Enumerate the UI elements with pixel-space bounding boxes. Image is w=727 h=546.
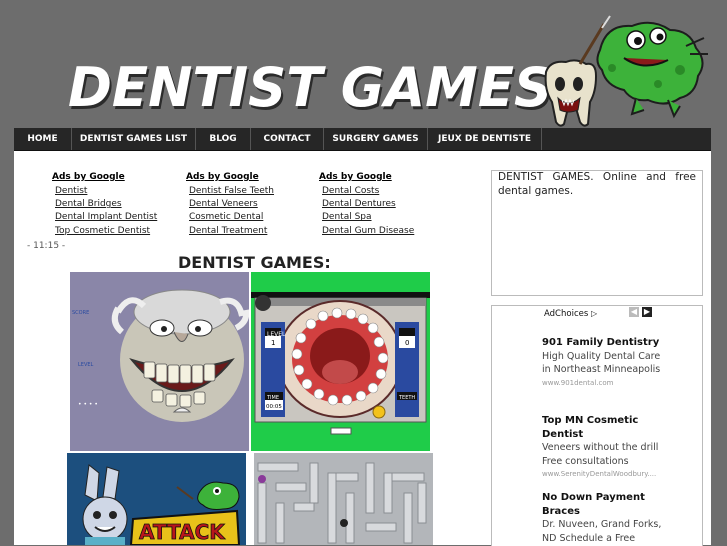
maze-game-icon: [254, 453, 433, 545]
ad-link[interactable]: Dental Gum Disease: [319, 225, 414, 238]
ad-link[interactable]: Dental Dentures: [319, 198, 414, 211]
nav-jeux-de-dentiste[interactable]: JEUX DE DENTISTE: [428, 128, 542, 150]
ad-link[interactable]: Dental Bridges: [52, 198, 157, 211]
sidebar-ad-2[interactable]: Top MN Cosmetic Dentist Veneers without …: [542, 414, 662, 480]
ad-link[interactable]: Dental Treatment: [186, 225, 274, 238]
open-mouth-game-icon: LEVEL 1 0 TIME 00:05 TEETH: [251, 272, 430, 451]
green-monster-icon: [596, 21, 708, 119]
game-tile-old-man-teeth[interactable]: SCORE LEVEL • • • •: [70, 272, 249, 451]
ads-by-google-label[interactable]: Ads by Google: [186, 172, 274, 182]
teeth-value: 0: [405, 339, 409, 347]
prev-ad-button[interactable]: ◀: [629, 307, 639, 317]
chevron-left-icon: ◀: [630, 307, 638, 316]
ad-links-column-3: Ads by Google Dental Costs Dental Dentur…: [319, 172, 414, 238]
level-value: 1: [271, 339, 275, 347]
ad-title[interactable]: 901 Family Dentistry: [542, 336, 662, 350]
ad-link[interactable]: Dental Costs: [319, 185, 414, 198]
site-title[interactable]: DENTIST GAMES: [68, 56, 552, 119]
ads-by-google-label[interactable]: Ads by Google: [319, 172, 414, 182]
game-tile-maze[interactable]: [254, 453, 433, 545]
attack-title: ATTACK: [139, 520, 226, 544]
adchoices-triangle-icon: ▷: [590, 309, 598, 318]
adchoices-label[interactable]: AdChoices ▷: [544, 309, 597, 319]
teeth-label: TEETH: [398, 395, 415, 401]
post-time: - 11:15 -: [27, 241, 66, 251]
ad-link[interactable]: Top Cosmetic Dentist: [52, 225, 157, 238]
sidebar-ad-1[interactable]: 901 Family Dentistry High Quality Dental…: [542, 336, 662, 389]
score-label: SCORE: [72, 310, 89, 316]
ad-description: High Quality Dental Care in Northeast Mi…: [542, 350, 661, 376]
sidebar-ad-3[interactable]: No Down Payment Braces Dr. Nuveen, Grand…: [542, 491, 662, 545]
ad-link[interactable]: Cosmetic Dental: [186, 211, 274, 224]
game-tile-open-mouth[interactable]: LEVEL 1 0 TIME 00:05 TEETH: [251, 272, 430, 451]
ad-links-column-1: Ads by Google Dentist Dental Bridges Den…: [52, 172, 157, 238]
nav-dentist-games-list[interactable]: DENTIST GAMES LIST: [72, 128, 196, 150]
ad-url[interactable]: www.901dental.com: [542, 377, 662, 389]
tooth-icon: [544, 59, 598, 127]
chevron-right-icon: ▶: [643, 307, 651, 316]
games-heading: DENTIST GAMES:: [178, 253, 331, 272]
about-widget: DENTIST GAMES. Online and free dental ga…: [491, 170, 703, 296]
ad-url[interactable]: www.SerenityDentalWoodbury....: [542, 468, 662, 480]
site-header: DENTIST GAMES: [0, 0, 727, 128]
ad-link[interactable]: Dentist False Teeth: [186, 185, 274, 198]
ad-title[interactable]: No Down Payment Braces: [542, 491, 662, 518]
nav-blog[interactable]: BLOG: [196, 128, 251, 150]
ad-link[interactable]: Dental Implant Dentist: [52, 211, 157, 224]
about-text: DENTIST GAMES. Online and free dental ga…: [498, 171, 696, 197]
level-label: LEVEL: [78, 362, 94, 368]
ads-by-google-label[interactable]: Ads by Google: [52, 172, 157, 182]
sidebar-ads-widget: AdChoices ▷ ◀ ▶ 901 Family Dentistry Hig…: [491, 305, 703, 546]
ad-link[interactable]: Dentist: [52, 185, 157, 198]
game-tile-attack-monster[interactable]: ATTACK: [67, 453, 246, 545]
nav-home[interactable]: HOME: [14, 128, 72, 150]
tooth-monster-mascot-icon: [544, 15, 708, 127]
nav-contact[interactable]: CONTACT: [251, 128, 324, 150]
nav-surgery-games[interactable]: SURGERY GAMES: [324, 128, 428, 150]
old-man-teeth-icon: SCORE LEVEL • • • •: [70, 272, 249, 451]
ad-links-column-2: Ads by Google Dentist False Teeth Dental…: [186, 172, 274, 238]
ad-title[interactable]: Top MN Cosmetic Dentist: [542, 414, 662, 441]
adchoices-text: AdChoices: [544, 309, 589, 319]
dots-text: • • • •: [78, 401, 98, 408]
ad-link[interactable]: Dental Spa: [319, 211, 414, 224]
attack-monster-game-icon: ATTACK: [67, 453, 246, 545]
next-ad-button[interactable]: ▶: [642, 307, 652, 317]
main-navigation: HOME DENTIST GAMES LIST BLOG CONTACT SUR…: [14, 128, 711, 151]
time-value: 00:05: [266, 404, 282, 410]
ad-link[interactable]: Dental Veneers: [186, 198, 274, 211]
ad-description: Veneers without the drill Free consultat…: [542, 442, 659, 467]
ad-description: Dr. Nuveen, Grand Forks, ND Schedule a F…: [542, 519, 662, 544]
